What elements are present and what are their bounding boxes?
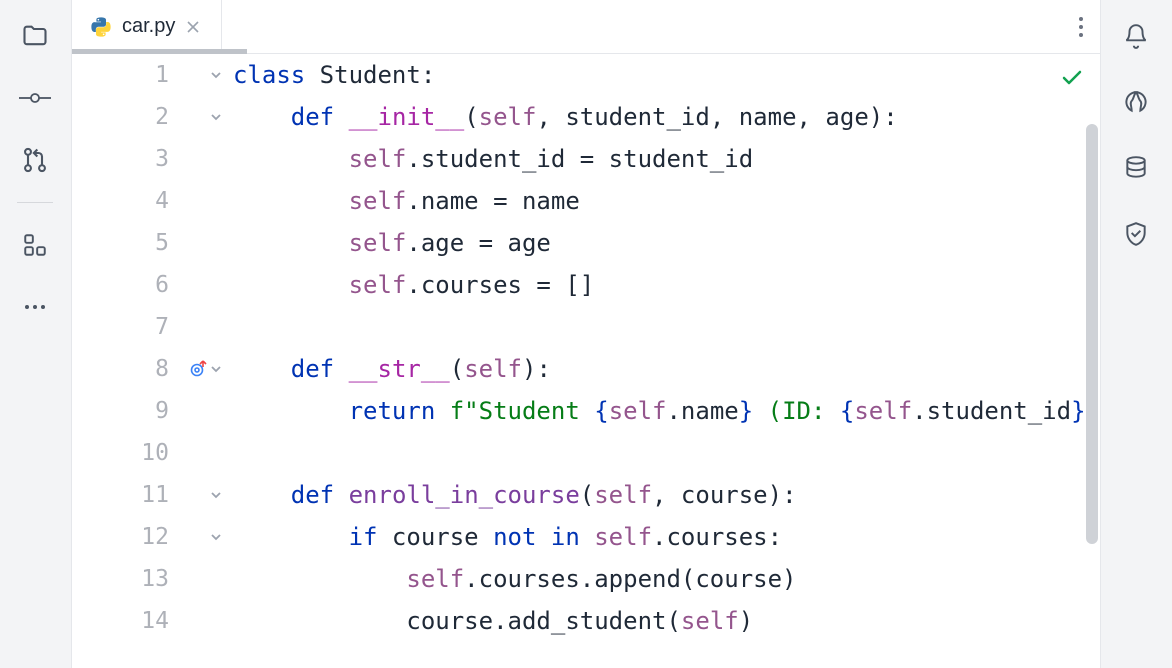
- gutter-row: 6: [72, 264, 227, 306]
- gutter-icons: [181, 110, 227, 124]
- code-line[interactable]: [233, 306, 1100, 348]
- gutter-icons: [181, 68, 227, 82]
- vertical-scrollbar[interactable]: [1086, 124, 1098, 544]
- editor-main: car.py 1234567891011121314 class Student…: [72, 0, 1100, 668]
- tab-bar: car.py: [72, 0, 1100, 54]
- commit-icon[interactable]: [15, 78, 55, 118]
- tab-filename: car.py: [122, 15, 175, 38]
- right-toolbar: [1100, 0, 1172, 668]
- fold-chevron-icon[interactable]: [209, 68, 227, 82]
- line-number: 7: [111, 306, 181, 348]
- gutter-row: 10: [72, 432, 227, 474]
- toolbar-divider: [17, 202, 53, 203]
- shield-icon[interactable]: [1116, 214, 1156, 254]
- code-line[interactable]: self.student_id = student_id: [233, 138, 1100, 180]
- inspection-ok-icon[interactable]: [1060, 66, 1084, 90]
- code-line[interactable]: def __str__(self):: [233, 348, 1100, 390]
- code-line[interactable]: [233, 432, 1100, 474]
- code-line[interactable]: def enroll_in_course(self, course):: [233, 474, 1100, 516]
- line-number: 11: [111, 474, 181, 516]
- python-file-icon: [90, 16, 112, 38]
- line-number: 8: [111, 348, 181, 390]
- fold-chevron-icon[interactable]: [209, 488, 227, 502]
- gutter-row: 1: [72, 54, 227, 96]
- gutter-row: 11: [72, 474, 227, 516]
- gutter-icons: [181, 530, 227, 544]
- gutter-row: 5: [72, 222, 227, 264]
- pull-request-icon[interactable]: [15, 140, 55, 180]
- database-icon[interactable]: [1116, 148, 1156, 188]
- fold-chevron-icon[interactable]: [209, 110, 227, 124]
- line-number: 10: [111, 432, 181, 474]
- gutter-row: 3: [72, 138, 227, 180]
- line-number: 4: [111, 180, 181, 222]
- gutter-icons: [181, 488, 227, 502]
- line-number: 12: [111, 516, 181, 558]
- line-number: 6: [111, 264, 181, 306]
- code-line[interactable]: self.courses.append(course): [233, 558, 1100, 600]
- gutter-row: 14: [72, 600, 227, 642]
- line-number: 14: [111, 600, 181, 642]
- gutter-row: 2: [72, 96, 227, 138]
- close-tab-icon[interactable]: [185, 19, 203, 35]
- gutter: 1234567891011121314: [72, 54, 227, 668]
- code-area[interactable]: class Student: def __init__(self, studen…: [227, 54, 1100, 668]
- gutter-icons: [181, 360, 227, 378]
- gutter-row: 13: [72, 558, 227, 600]
- code-line[interactable]: def __init__(self, student_id, name, age…: [233, 96, 1100, 138]
- tab-more-icon[interactable]: [1078, 16, 1084, 38]
- line-number: 2: [111, 96, 181, 138]
- fold-chevron-icon[interactable]: [209, 362, 227, 376]
- code-line[interactable]: self.courses = []: [233, 264, 1100, 306]
- gutter-row: 12: [72, 516, 227, 558]
- structure-icon[interactable]: [15, 225, 55, 265]
- code-line[interactable]: if course not in self.courses:: [233, 516, 1100, 558]
- file-tab[interactable]: car.py: [72, 0, 222, 53]
- line-number: 1: [111, 54, 181, 96]
- line-number: 5: [111, 222, 181, 264]
- code-editor[interactable]: 1234567891011121314 class Student: def _…: [72, 54, 1100, 668]
- line-number: 3: [111, 138, 181, 180]
- line-number: 13: [111, 558, 181, 600]
- fold-chevron-icon[interactable]: [209, 530, 227, 544]
- gutter-row: 8: [72, 348, 227, 390]
- gutter-row: 7: [72, 306, 227, 348]
- gutter-row: 4: [72, 180, 227, 222]
- more-icon[interactable]: [15, 287, 55, 327]
- code-line[interactable]: course.add_student(self): [233, 600, 1100, 642]
- project-folder-icon[interactable]: [15, 16, 55, 56]
- notifications-icon[interactable]: [1116, 16, 1156, 56]
- left-toolbar: [0, 0, 72, 668]
- run-target-icon[interactable]: [189, 360, 207, 378]
- code-line[interactable]: return f"Student {self.name} (ID: {self.…: [233, 390, 1100, 432]
- gutter-row: 9: [72, 390, 227, 432]
- code-line[interactable]: self.name = name: [233, 180, 1100, 222]
- line-number: 9: [111, 390, 181, 432]
- code-line[interactable]: class Student:: [233, 54, 1100, 96]
- code-line[interactable]: self.age = age: [233, 222, 1100, 264]
- ai-assistant-icon[interactable]: [1116, 82, 1156, 122]
